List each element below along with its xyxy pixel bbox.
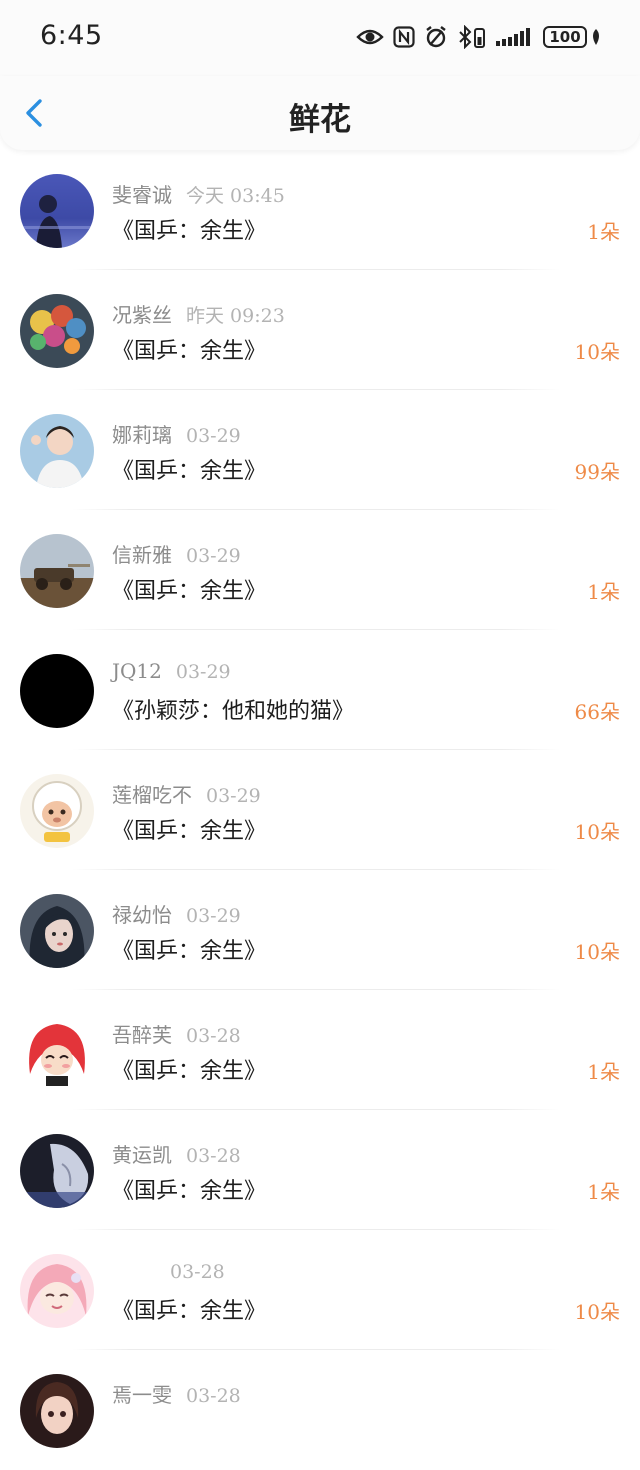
book-title: 《国乒：余生》 [112, 1299, 267, 1324]
user-name: 焉一雯 [112, 1383, 172, 1407]
user-name: 莲榴吃不 [112, 783, 192, 807]
book-title: 《国乒：余生》 [112, 459, 267, 484]
list-item[interactable]: 莲榴吃不 03-29 《国乒：余生》 10朵 [0, 750, 640, 870]
avatar[interactable] [20, 1014, 94, 1088]
flower-count: 1朵 [587, 580, 620, 604]
flower-count: 1朵 [587, 220, 620, 244]
user-name: 吾醉芙 [112, 1023, 172, 1047]
gift-date: 昨天 09:23 [186, 305, 285, 327]
list-item[interactable]: 黄运凯 03-28 《国乒：余生》 1朵 [0, 1110, 640, 1230]
status-bar: 6:45 100 [0, 0, 640, 76]
leaf-icon [593, 29, 599, 45]
flower-count: 99朵 [574, 460, 620, 484]
avatar[interactable] [20, 174, 94, 248]
user-name: 信新雅 [112, 543, 172, 567]
gift-date: 03-29 [186, 905, 241, 927]
flower-count: 10朵 [574, 340, 620, 364]
flower-count: 10朵 [574, 940, 620, 964]
gift-date: 03-29 [186, 425, 241, 447]
avatar[interactable] [20, 774, 94, 848]
bluetooth-battery-icon [457, 25, 487, 49]
book-title: 《国乒：余生》 [112, 579, 267, 604]
battery-level: 100 [543, 26, 587, 48]
list-item[interactable]: 禄幼怡 03-29 《国乒：余生》 10朵 [0, 870, 640, 990]
list-item[interactable]: JQ12 03-29 《孙颖莎：他和她的猫》 66朵 [0, 630, 640, 750]
avatar[interactable] [20, 1374, 94, 1448]
status-time: 6:45 [40, 20, 103, 51]
top-bar: 鲜花 [0, 76, 640, 150]
eye-icon [356, 27, 384, 47]
book-title: 《孙颖莎：他和她的猫》 [112, 699, 355, 724]
list-item[interactable]: 斐睿诚 今天 03:45 《国乒：余生》 1朵 [0, 150, 640, 270]
status-icons: 100 [356, 22, 602, 52]
gift-date: 03-28 [186, 1385, 241, 1407]
avatar[interactable] [20, 534, 94, 608]
avatar[interactable] [20, 654, 94, 728]
list-item[interactable]: 03-28 《国乒：余生》 10朵 [0, 1230, 640, 1350]
gift-date: 03-29 [175, 661, 231, 683]
user-name: 娜莉璃 [112, 423, 172, 447]
book-title: 《国乒：余生》 [112, 819, 267, 844]
avatar[interactable] [20, 294, 94, 368]
gift-date: 今天 03:45 [186, 185, 285, 207]
gift-date: 03-29 [186, 545, 241, 567]
list-item[interactable]: 吾醉芙 03-28 《国乒：余生》 1朵 [0, 990, 640, 1110]
avatar[interactable] [20, 894, 94, 968]
gift-date: 03-28 [186, 1025, 241, 1047]
flower-count: 1朵 [587, 1060, 620, 1084]
signal-icon [496, 27, 534, 47]
nfc-icon [393, 26, 415, 48]
page-title: 鲜花 [289, 102, 351, 138]
avatar[interactable] [20, 1134, 94, 1208]
book-title: 《国乒：余生》 [112, 1059, 267, 1084]
battery-icon: 100 [543, 26, 602, 48]
gift-date: 03-29 [206, 785, 261, 807]
avatar[interactable] [20, 414, 94, 488]
alarm-icon [424, 25, 448, 49]
flower-count: 1朵 [587, 1180, 620, 1204]
user-name: JQ12 [112, 659, 162, 683]
list-item[interactable]: 信新雅 03-29 《国乒：余生》 1朵 [0, 510, 640, 630]
flower-gift-list: 斐睿诚 今天 03:45 《国乒：余生》 1朵 况紫丝 昨天 09:23 《国乒：余… [0, 150, 640, 1470]
list-item[interactable]: 焉一雯 03-28 [0, 1350, 640, 1470]
avatar[interactable] [20, 1254, 94, 1328]
book-title: 《国乒：余生》 [112, 939, 267, 964]
book-title: 《国乒：余生》 [112, 1179, 267, 1204]
book-title: 《国乒：余生》 [112, 339, 267, 364]
book-title: 《国乒：余生》 [112, 219, 267, 244]
user-name: 禄幼怡 [112, 903, 172, 927]
list-item[interactable]: 况紫丝 昨天 09:23 《国乒：余生》 10朵 [0, 270, 640, 390]
user-name: 黄运凯 [112, 1143, 172, 1167]
user-name: 况紫丝 [112, 303, 172, 327]
flower-count: 10朵 [574, 1300, 620, 1324]
flower-count: 10朵 [574, 820, 620, 844]
gift-date: 03-28 [186, 1145, 241, 1167]
user-name: 斐睿诚 [112, 183, 172, 207]
flower-count: 66朵 [574, 700, 620, 724]
list-item[interactable]: 娜莉璃 03-29 《国乒：余生》 99朵 [0, 390, 640, 510]
gift-date: 03-28 [170, 1261, 225, 1283]
